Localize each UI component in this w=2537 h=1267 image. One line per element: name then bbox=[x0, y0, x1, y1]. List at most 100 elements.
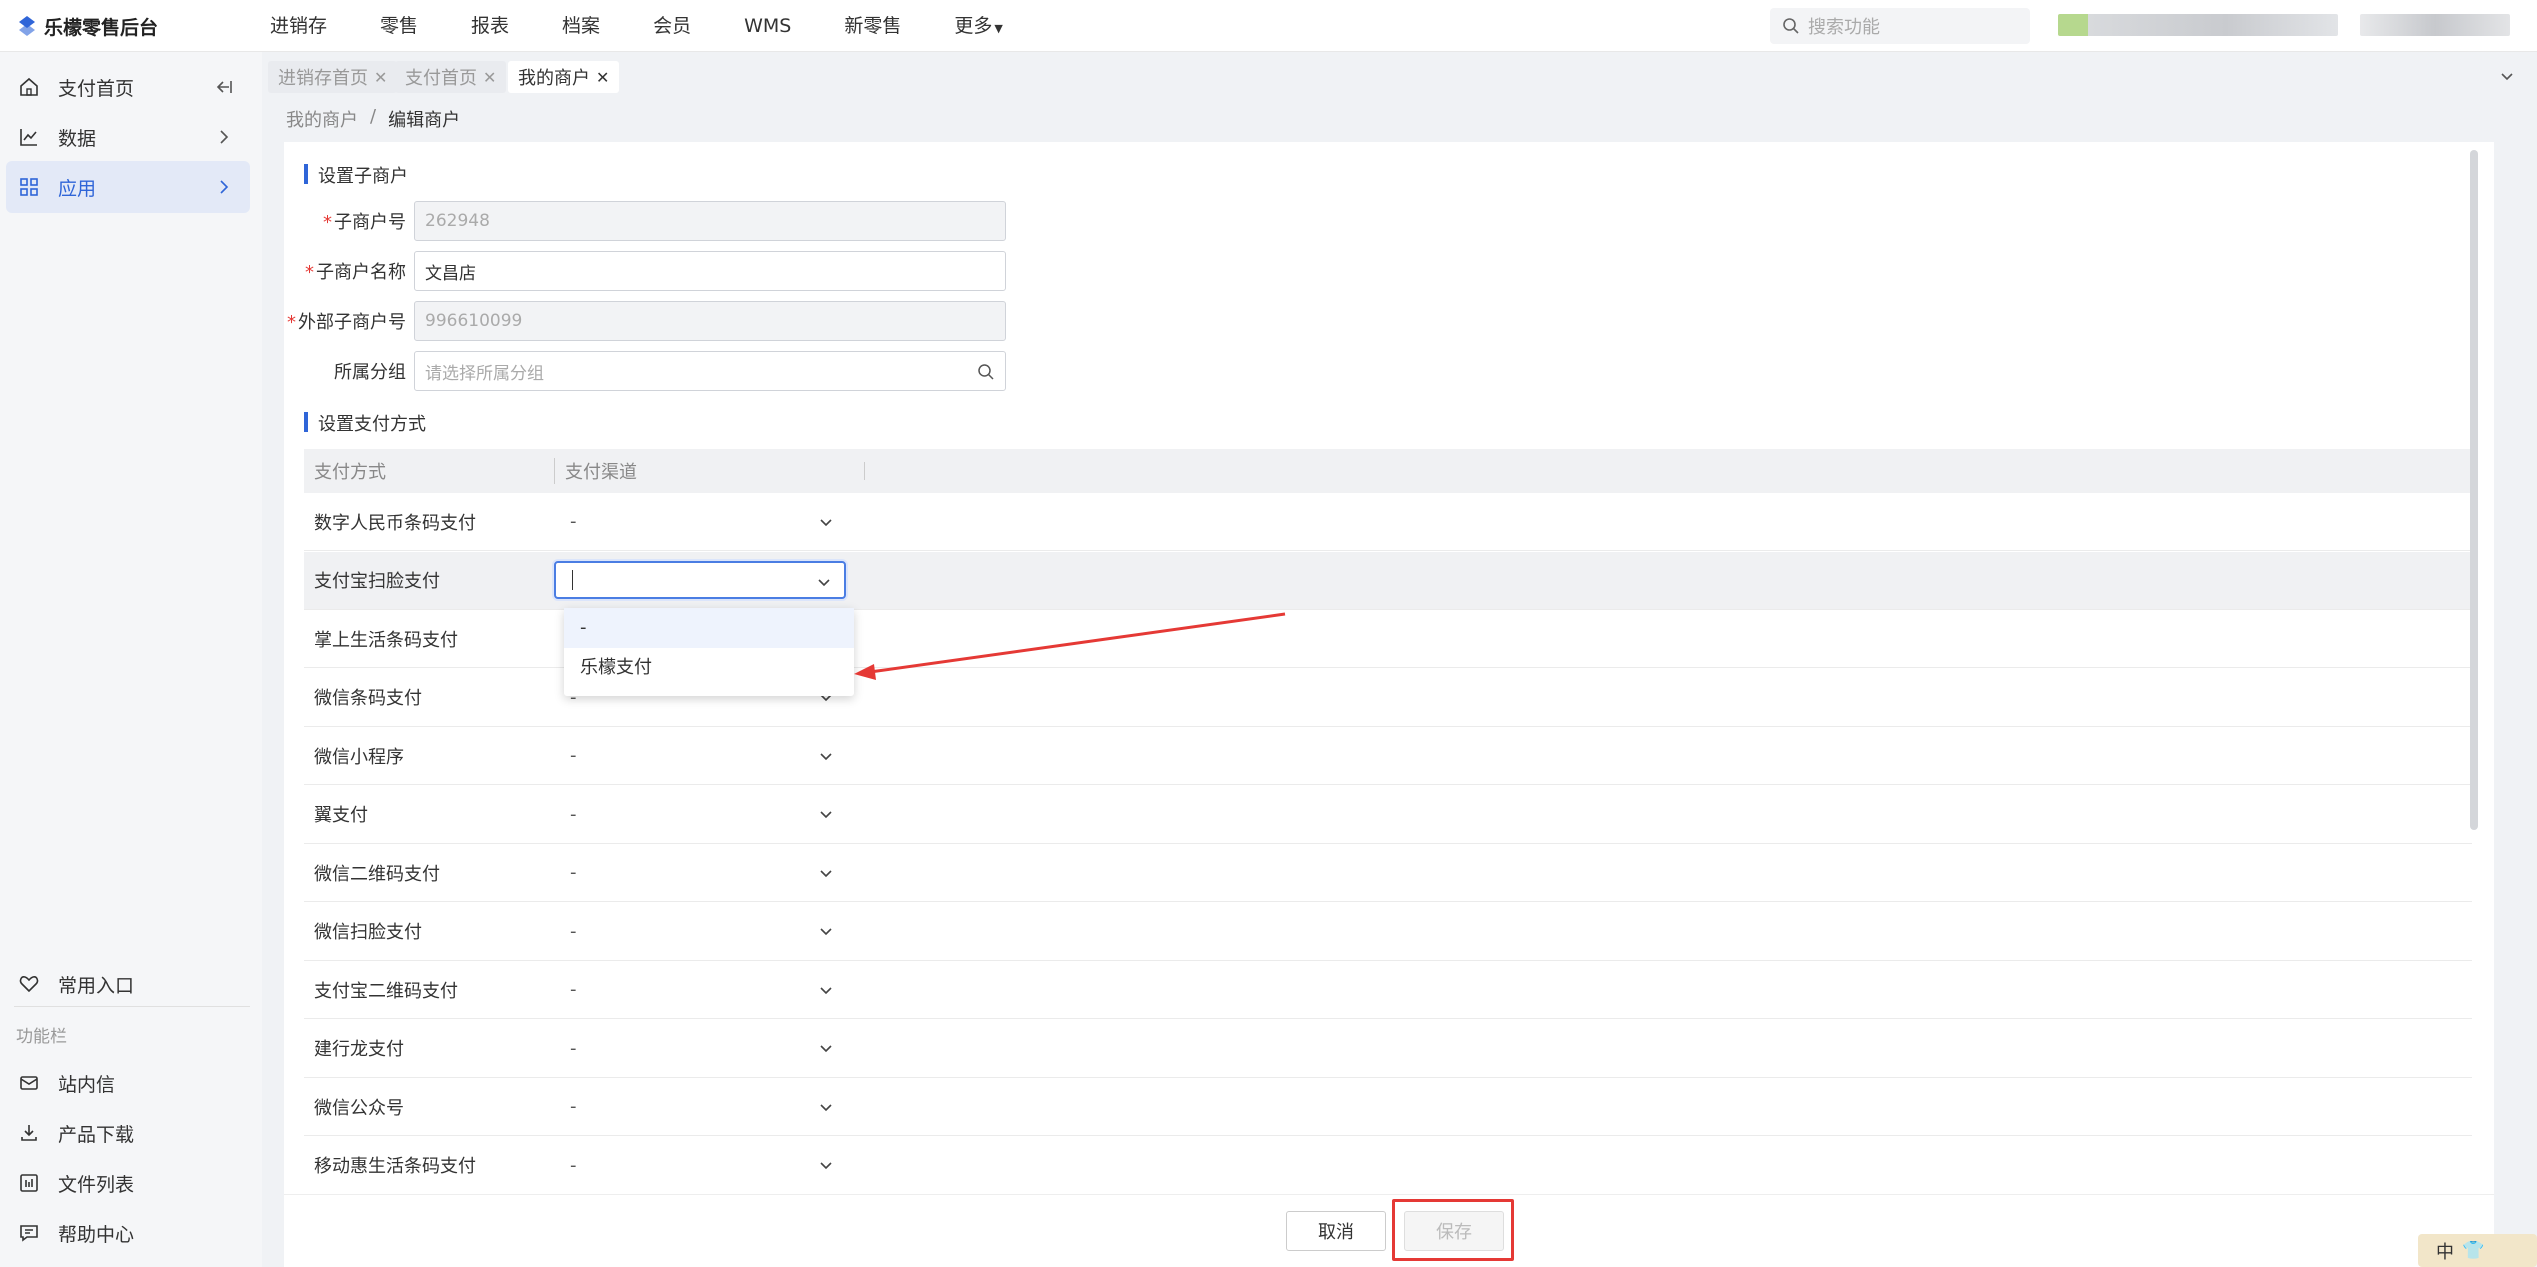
payment-channel-select[interactable] bbox=[554, 561, 846, 599]
table-row: 建行龙支付 - bbox=[304, 1019, 2472, 1078]
required-mark: * bbox=[323, 212, 332, 233]
nav-item-reports[interactable]: 报表 bbox=[471, 0, 509, 52]
nav-item-new-retail[interactable]: 新零售 bbox=[844, 0, 901, 52]
chevron-right-icon bbox=[220, 180, 229, 194]
close-icon[interactable]: ✕ bbox=[374, 68, 387, 87]
caret-down-icon: ▼ bbox=[994, 22, 1003, 35]
payment-channel-select[interactable]: - bbox=[554, 1146, 846, 1184]
close-icon[interactable]: ✕ bbox=[483, 68, 496, 87]
cancel-button[interactable]: 取消 bbox=[1286, 1211, 1386, 1251]
breadcrumb-separator: / bbox=[370, 106, 377, 127]
nav-item-wms[interactable]: WMS bbox=[744, 0, 791, 52]
payment-method-cell: 微信条码支付 bbox=[314, 688, 422, 709]
table-row: 微信小程序 - bbox=[304, 727, 2472, 785]
field-label: * 子商户号 bbox=[284, 208, 414, 234]
payment-method-cell: 微信小程序 bbox=[314, 746, 404, 768]
form-row-external-no: * 外部子商户号 996610099 bbox=[284, 301, 1006, 341]
payment-channel-select[interactable]: - bbox=[554, 971, 846, 1009]
channel-value: - bbox=[570, 920, 577, 942]
payment-method-cell: 移动惠生活条码支付 bbox=[314, 1156, 476, 1177]
tab-bar: 进销存首页 ✕ 支付首页 ✕ 我的商户 ✕ bbox=[262, 52, 2537, 102]
vertical-scrollbar[interactable] bbox=[2470, 150, 2478, 830]
file-list-icon bbox=[20, 1174, 38, 1192]
tab-pay-home[interactable]: 支付首页 ✕ bbox=[395, 61, 507, 93]
top-nav: 进销存 零售 报表 档案 会员 WMS 新零售 更多 ▼ bbox=[270, 0, 1056, 52]
sidebar-item-label: 数据 bbox=[58, 127, 97, 150]
payment-method-cell: 微信扫脸支付 bbox=[314, 922, 422, 943]
download-icon bbox=[21, 1125, 37, 1141]
form-row-group: 所属分组 请选择所属分组 bbox=[284, 351, 1006, 391]
ime-label: 中 bbox=[2436, 1241, 2454, 1263]
sidebar-item-favorites[interactable]: 常用入口 bbox=[6, 958, 250, 1010]
payment-channel-select[interactable]: - bbox=[554, 795, 846, 833]
table-row: 翼支付 - bbox=[304, 785, 2472, 844]
payment-channel-select[interactable]: - bbox=[554, 737, 846, 775]
chevron-down-icon bbox=[820, 928, 832, 936]
merchant-name-field[interactable]: 文昌店 bbox=[414, 251, 1006, 291]
chevron-down-icon bbox=[820, 1045, 832, 1053]
tab-inventory-home[interactable]: 进销存首页 ✕ bbox=[268, 61, 398, 93]
nav-item-inventory[interactable]: 进销存 bbox=[270, 0, 327, 52]
payment-channel-select[interactable]: - bbox=[554, 912, 846, 950]
group-placeholder: 请选择所属分组 bbox=[425, 363, 544, 384]
mail-icon bbox=[20, 1076, 38, 1090]
breadcrumb: 我的商户 / 编辑商户 bbox=[286, 106, 460, 132]
field-label-text: 子商户名称 bbox=[316, 262, 406, 283]
channel-value: - bbox=[570, 1037, 577, 1059]
tab-label: 进销存首页 bbox=[278, 68, 368, 89]
group-select-field[interactable]: 请选择所属分组 bbox=[414, 351, 1006, 391]
search-icon bbox=[978, 364, 994, 380]
save-button[interactable]: 保存 bbox=[1404, 1211, 1504, 1251]
channel-dropdown-menu: - 乐檬支付 bbox=[564, 608, 854, 696]
col-divider bbox=[864, 462, 865, 480]
sidebar-item-help[interactable]: 帮助中心 bbox=[6, 1207, 250, 1259]
sidebar-item-apps[interactable]: 应用 bbox=[6, 161, 250, 213]
search-input[interactable]: 搜索功能 bbox=[1770, 8, 2030, 44]
close-icon[interactable]: ✕ bbox=[596, 68, 609, 87]
tab-my-merchants[interactable]: 我的商户 ✕ bbox=[508, 61, 620, 93]
channel-value: - bbox=[570, 803, 577, 825]
form-row-merchant-no: * 子商户号 262948 bbox=[284, 201, 1006, 241]
nav-item-more[interactable]: 更多 ▼ bbox=[954, 0, 1002, 52]
sidebar-item-label: 帮助中心 bbox=[58, 1223, 135, 1246]
nav-item-retail[interactable]: 零售 bbox=[380, 0, 418, 52]
nav-item-members[interactable]: 会员 bbox=[653, 0, 691, 52]
field-label-text: 外部子商户号 bbox=[298, 312, 406, 333]
sidebar-item-label: 站内信 bbox=[58, 1073, 116, 1096]
apps-grid-icon bbox=[20, 178, 38, 196]
field-label: * 子商户名称 bbox=[284, 258, 414, 284]
sidebar-item-pay-home[interactable]: 支付首页 bbox=[6, 61, 250, 113]
channel-value: - bbox=[570, 745, 577, 766]
payment-channel-select[interactable]: - bbox=[554, 1029, 846, 1067]
table-row: 微信公众号 - bbox=[304, 1078, 2472, 1136]
field-label: * 外部子商户号 bbox=[284, 308, 414, 334]
app-logo[interactable]: 乐檬零售后台 bbox=[18, 13, 158, 39]
tabs-dropdown-icon[interactable] bbox=[2497, 67, 2517, 87]
sidebar-item-files[interactable]: 文件列表 bbox=[6, 1157, 250, 1209]
sidebar-divider bbox=[14, 1006, 250, 1007]
sidebar-item-messages[interactable]: 站内信 bbox=[6, 1057, 250, 1109]
dropdown-option-none[interactable]: - bbox=[564, 608, 854, 648]
sidebar: 支付首页 数据 应用 常用入口 功能栏 站内信 产品下载 文件列表 帮助中心 bbox=[0, 52, 262, 1267]
payment-channel-select[interactable]: - bbox=[554, 1088, 846, 1126]
chevron-down-icon bbox=[818, 579, 830, 587]
table-row: 微信二维码支付 - bbox=[304, 844, 2472, 902]
blurred-account-info bbox=[2360, 14, 2510, 36]
sidebar-item-downloads[interactable]: 产品下载 bbox=[6, 1107, 250, 1159]
payment-channel-select[interactable]: - bbox=[554, 854, 846, 892]
dropdown-option-lemeng-pay[interactable]: 乐檬支付 bbox=[564, 648, 854, 688]
sidebar-item-data[interactable]: 数据 bbox=[6, 111, 250, 163]
collapse-sidebar-icon[interactable] bbox=[214, 77, 234, 97]
channel-value: - bbox=[570, 862, 577, 883]
nav-item-archive[interactable]: 档案 bbox=[562, 0, 600, 52]
table-row: 支付宝二维码支付 - bbox=[304, 961, 2472, 1019]
payment-channel-select[interactable]: - bbox=[554, 503, 846, 541]
payment-method-cell: 翼支付 bbox=[314, 805, 368, 826]
payment-method-cell: 掌上生活条码支付 bbox=[314, 629, 458, 651]
payment-method-cell: 数字人民币条码支付 bbox=[314, 512, 476, 534]
table-header: 支付方式 支付渠道 bbox=[304, 449, 2472, 493]
search-icon bbox=[1783, 18, 1799, 34]
payment-method-cell: 支付宝扫脸支付 bbox=[314, 571, 440, 592]
breadcrumb-parent[interactable]: 我的商户 bbox=[286, 106, 358, 132]
ime-indicator[interactable]: 中 👕 bbox=[2418, 1234, 2537, 1267]
